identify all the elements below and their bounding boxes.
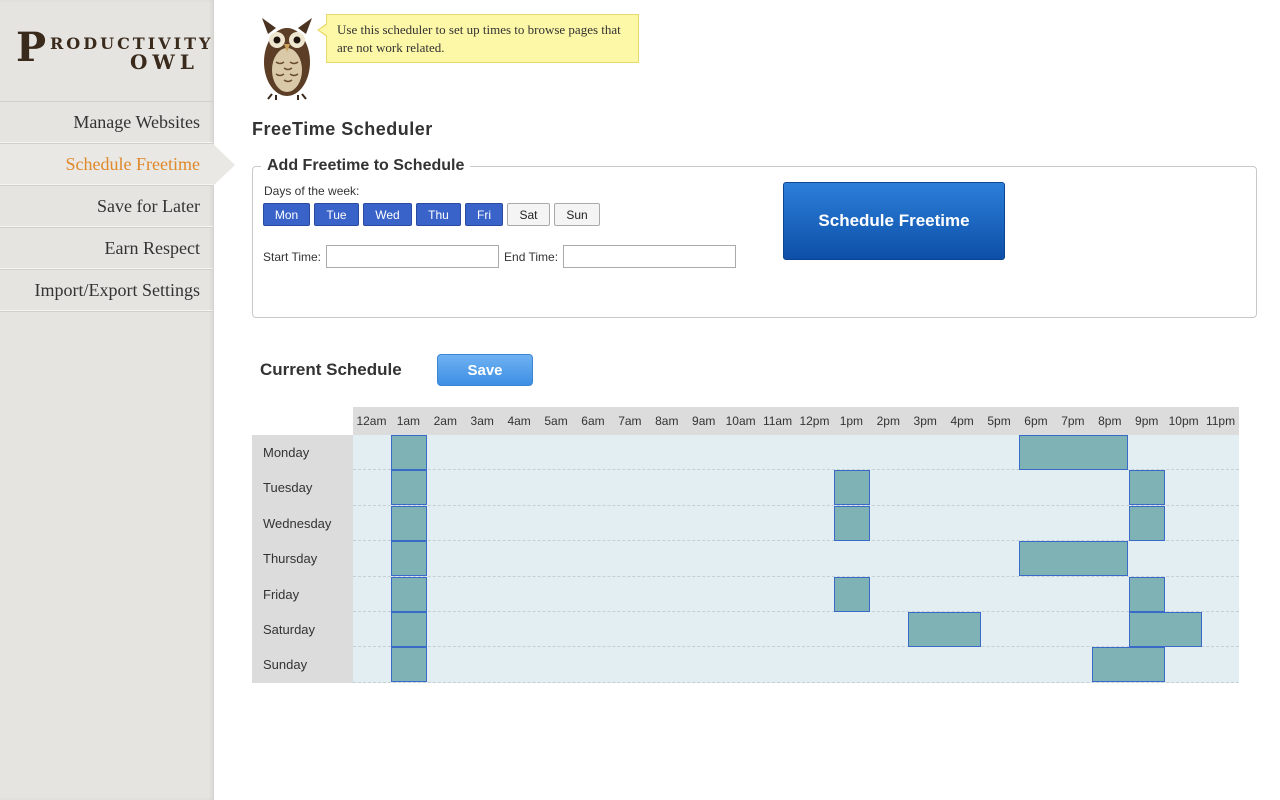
time-row: Start Time: End Time: bbox=[263, 245, 741, 268]
hour-label: 1pm bbox=[839, 414, 864, 428]
freetime-block[interactable] bbox=[390, 505, 427, 541]
freetime-block[interactable] bbox=[907, 612, 981, 647]
freetime-block[interactable] bbox=[1018, 435, 1129, 470]
freetime-block[interactable] bbox=[390, 435, 427, 470]
freetime-block[interactable] bbox=[833, 576, 870, 612]
schedule-grid: 12am 1am 2am 3am 4am 5am 6am 7am 8am 9am 10am 11am 1… bbox=[252, 407, 1239, 683]
hour-label: 8am bbox=[655, 414, 679, 428]
day-label: Wednesday bbox=[252, 505, 353, 542]
start-time-label: Start Time: bbox=[263, 249, 322, 264]
hour-label: 11am bbox=[762, 414, 793, 428]
day-label: Sunday bbox=[252, 647, 353, 683]
hour-label: 2pm bbox=[876, 414, 900, 428]
schedule-row-cells[interactable] bbox=[353, 612, 1239, 648]
freetime-block[interactable] bbox=[1129, 612, 1203, 647]
hour-label: 7pm bbox=[1061, 414, 1085, 428]
productivity-owl-logo[interactable]: P RODUCTIVITY OWL bbox=[16, 24, 210, 78]
schedule-row: Saturday bbox=[252, 612, 1239, 648]
hour-label: 5pm bbox=[987, 414, 1011, 428]
freetime-block[interactable] bbox=[1129, 505, 1166, 541]
schedule-row: Tuesday bbox=[252, 470, 1239, 506]
hour-label: 8pm bbox=[1098, 414, 1122, 428]
freetime-block[interactable] bbox=[1129, 470, 1166, 506]
hour-label: 1am bbox=[396, 414, 421, 428]
freetime-block[interactable] bbox=[1018, 541, 1129, 577]
schedule-row-cells[interactable] bbox=[353, 505, 1239, 542]
schedule-row-cells[interactable] bbox=[353, 435, 1239, 471]
day-label: Monday bbox=[252, 435, 353, 471]
page-title: FreeTime Scheduler bbox=[252, 119, 433, 139]
sidebar-nav: Manage Websites Schedule Freetime Save f… bbox=[0, 101, 235, 312]
hour-label: 3pm bbox=[913, 414, 937, 428]
freetime-block[interactable] bbox=[390, 470, 427, 506]
day-toggle-fri[interactable]: Fri bbox=[465, 203, 503, 226]
save-button[interactable]: Save bbox=[437, 354, 533, 386]
add-freetime-legend: Add Freetime to Schedule bbox=[261, 157, 471, 175]
start-time-input[interactable] bbox=[326, 245, 500, 268]
day-label: Thursday bbox=[252, 541, 353, 577]
hour-label: 11pm bbox=[1205, 414, 1236, 428]
hour-label: 9pm bbox=[1135, 414, 1159, 428]
hour-label: 6pm bbox=[1024, 414, 1048, 428]
end-time-label: End Time: bbox=[504, 249, 559, 264]
logo-line-2: OWL bbox=[130, 50, 199, 74]
hour-label: 9am bbox=[692, 414, 716, 428]
hour-label: 3am bbox=[470, 414, 494, 428]
sidebar-item-schedule-freetime[interactable]: Schedule Freetime bbox=[0, 143, 235, 186]
hour-label: 2am bbox=[433, 414, 457, 428]
freetime-block[interactable] bbox=[390, 612, 427, 647]
freetime-block[interactable] bbox=[390, 576, 427, 612]
schedule-row-cells[interactable] bbox=[353, 576, 1239, 612]
hour-label: 12pm bbox=[799, 414, 830, 428]
day-label: Friday bbox=[252, 576, 353, 612]
sidebar-item-save-for-later[interactable]: Save for Later bbox=[0, 185, 213, 227]
day-toggle-sat[interactable]: Sat bbox=[507, 203, 550, 226]
hour-label: 12am bbox=[356, 414, 387, 428]
sidebar-item-manage-websites[interactable]: Manage Websites bbox=[0, 101, 213, 143]
hour-label: 10pm bbox=[1168, 414, 1199, 428]
day-toggle-sun[interactable]: Sun bbox=[554, 203, 600, 226]
freetime-block[interactable] bbox=[833, 470, 870, 506]
schedule-row: Thursday bbox=[252, 541, 1239, 577]
freetime-block[interactable] bbox=[1129, 576, 1166, 612]
sidebar-item-import-export-settings[interactable]: Import/Export Settings bbox=[0, 269, 213, 311]
hour-label: 4am bbox=[507, 414, 531, 428]
freetime-block[interactable] bbox=[390, 647, 427, 683]
schedule-row-cells[interactable] bbox=[353, 647, 1239, 683]
end-time-input[interactable] bbox=[563, 245, 737, 268]
schedule-row-cells[interactable] bbox=[353, 470, 1239, 506]
hour-label: 6am bbox=[581, 414, 605, 428]
schedule-freetime-button[interactable]: Schedule Freetime bbox=[783, 182, 1005, 260]
schedule-row: Sunday bbox=[252, 647, 1239, 683]
schedule-row: Wednesday bbox=[252, 505, 1239, 542]
scheduler-tip: Use this scheduler to set up times to br… bbox=[317, 14, 639, 63]
sidebar-divider bbox=[0, 311, 213, 312]
hour-label: 10am bbox=[725, 414, 756, 428]
schedule-row-cells[interactable] bbox=[353, 541, 1239, 577]
day-label: Saturday bbox=[252, 612, 353, 648]
day-label: Tuesday bbox=[252, 470, 353, 506]
day-toggle-mon[interactable]: Mon bbox=[263, 203, 310, 226]
day-toggle-thu[interactable]: Thu bbox=[416, 203, 461, 226]
hour-label: 5am bbox=[544, 414, 568, 428]
freetime-block[interactable] bbox=[833, 505, 870, 541]
owl-mascot-icon bbox=[262, 18, 312, 100]
logo-initial: P bbox=[16, 24, 47, 71]
day-toggle-wed[interactable]: Wed bbox=[363, 203, 412, 226]
add-freetime-fieldset: Add Freetime to Schedule Days of the wee… bbox=[252, 157, 1257, 318]
days-of-week-label: Days of the week: bbox=[264, 184, 360, 198]
schedule-row: Monday bbox=[252, 435, 1239, 471]
day-toggle-group: Mon Tue Wed Thu Fri Sat Sun bbox=[263, 203, 600, 226]
freetime-block[interactable] bbox=[1092, 647, 1166, 683]
sidebar-item-earn-respect[interactable]: Earn Respect bbox=[0, 227, 213, 269]
schedule-row: Friday bbox=[252, 576, 1239, 612]
hour-header: 12am 1am 2am 3am 4am 5am 6am 7am 8am 9am 10am 11am 1… bbox=[353, 407, 1239, 435]
hour-label: 4pm bbox=[950, 414, 974, 428]
hour-label: 7am bbox=[618, 414, 642, 428]
current-schedule-label: Current Schedule bbox=[260, 360, 402, 379]
day-toggle-tue[interactable]: Tue bbox=[314, 203, 359, 226]
sidebar: P RODUCTIVITY OWL Manage Websites Schedu… bbox=[0, 0, 235, 800]
freetime-block[interactable] bbox=[390, 541, 427, 577]
